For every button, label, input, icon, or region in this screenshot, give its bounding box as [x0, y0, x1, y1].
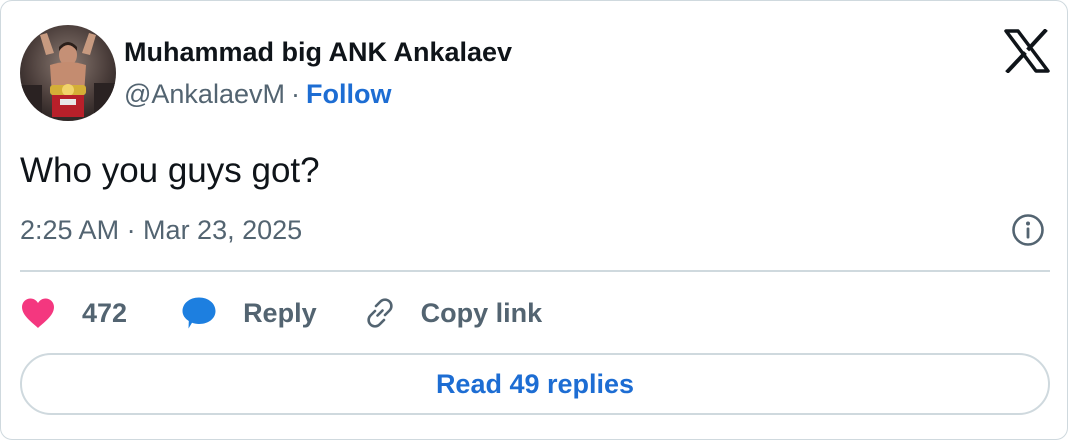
like-count: 472: [82, 297, 128, 328]
reply-label: Reply: [243, 297, 317, 328]
reply-button[interactable]: Reply: [181, 296, 317, 330]
author-handle-row: @AnkalaevM · Follow: [124, 79, 391, 110]
author-handle[interactable]: @AnkalaevM: [124, 79, 285, 109]
heart-icon: [22, 298, 54, 328]
x-logo-icon[interactable]: [1004, 28, 1050, 74]
copy-link-label: Copy link: [420, 297, 543, 328]
author-display-name[interactable]: Muhammad big ANK Ankalaev: [124, 37, 512, 68]
tweet-timestamp[interactable]: 2:25 AM · Mar 23, 2025: [20, 215, 302, 246]
link-icon: [366, 298, 393, 328]
handle-separator: ·: [290, 79, 300, 109]
follow-button[interactable]: Follow: [306, 79, 391, 109]
avatar[interactable]: [20, 25, 116, 121]
avatar-image: [20, 25, 116, 121]
read-replies-button[interactable]: Read 49 replies: [20, 353, 1050, 415]
speech-bubble-icon: [182, 297, 216, 329]
tweet-embed-card: Muhammad big ANK Ankalaev @AnkalaevM · Fol…: [0, 0, 1068, 440]
like-button[interactable]: 472: [20, 297, 127, 329]
info-icon[interactable]: [1011, 213, 1045, 247]
copy-link-button[interactable]: Copy link: [363, 296, 543, 330]
divider: [20, 270, 1050, 272]
tweet-actions: 472 Reply Copy link: [20, 289, 542, 337]
tweet-text: Who you guys got?: [20, 151, 320, 190]
